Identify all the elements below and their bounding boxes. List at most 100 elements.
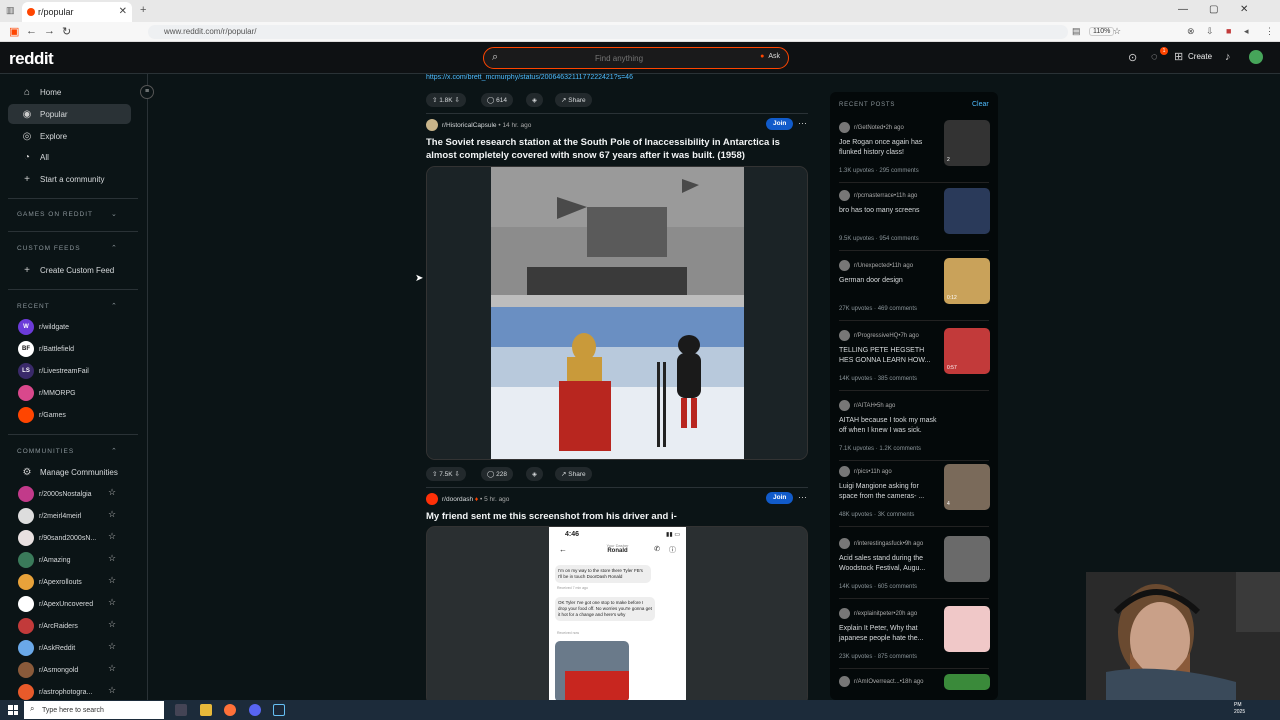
search-input[interactable] xyxy=(524,51,714,65)
recent-post-title[interactable]: TELLING PETE HEGSETH HES GONNA LEARN HOW… xyxy=(839,346,937,366)
chevron-up-icon[interactable]: ⌃ xyxy=(111,244,117,252)
favorite-star-icon[interactable]: ☆ xyxy=(108,575,116,586)
share-button[interactable]: ↗ Share xyxy=(555,467,592,481)
recent-post-title[interactable]: Joe Rogan once again has flunked history… xyxy=(839,138,937,158)
bookmark-star-icon[interactable]: ☆ xyxy=(1113,26,1121,37)
comments-button[interactable]: ◯ 614 xyxy=(481,93,513,107)
share-button[interactable]: ↗ Share xyxy=(555,93,592,107)
recent-post-title[interactable]: German door design xyxy=(839,276,937,286)
favorite-star-icon[interactable]: ☆ xyxy=(108,597,116,608)
favorite-star-icon[interactable]: ☆ xyxy=(108,531,116,542)
recent-post-subreddit[interactable]: r/pics xyxy=(854,469,868,475)
avatar[interactable] xyxy=(1249,50,1263,64)
maximize-icon[interactable]: ▢ xyxy=(1209,4,1218,15)
recent-post-title[interactable]: Explain It Peter, Why that japanese peop… xyxy=(839,624,937,644)
post-image[interactable]: 4:46 ▮▮ ▭ ← Your Dasher Ronald ✆ ⓘ I'm o… xyxy=(426,526,808,700)
sidebar-community-item[interactable]: r/Asmongold xyxy=(18,661,78,679)
post-title[interactable]: The Soviet research station at the South… xyxy=(426,136,808,162)
sidebar-recent-item[interactable]: BF r/Battlefield xyxy=(18,340,74,358)
sidebar-community-item[interactable]: r/astrophotogra... xyxy=(18,683,92,700)
steam-icon[interactable] xyxy=(273,704,285,716)
sidebar-community-item[interactable]: r/Amazing xyxy=(18,551,71,569)
discord-icon[interactable] xyxy=(249,704,261,716)
chevron-down-icon[interactable]: ⌄ xyxy=(111,210,117,218)
taskbar-search[interactable]: ⌕ Type here to search xyxy=(24,701,164,719)
download-icon[interactable]: ⇩ xyxy=(1206,26,1214,37)
favorite-star-icon[interactable]: ☆ xyxy=(108,487,116,498)
create-custom-feed[interactable]: + Create Custom Feed xyxy=(8,260,131,280)
chevron-up-icon[interactable]: ⌃ xyxy=(111,302,117,310)
task-view-icon[interactable] xyxy=(175,704,187,716)
recent-post-title[interactable]: Acid sales stand during the Woodstock Fe… xyxy=(839,554,937,574)
recent-post-subreddit[interactable]: r/interestingasfuck xyxy=(854,541,903,547)
recent-post-subreddit[interactable]: r/GetNoted xyxy=(854,125,883,131)
sidebar-community-item[interactable]: r/2000sNostalgia xyxy=(18,485,92,503)
games-section-header[interactable]: GAMES ON REDDIT xyxy=(17,211,93,218)
post-image[interactable] xyxy=(426,166,808,460)
post-link[interactable]: https://x.com/brett_mcmurphy/status/2006… xyxy=(426,74,633,81)
sidebar-community-item[interactable]: r/AskReddit xyxy=(18,639,75,657)
sidebar-item-explore[interactable]: ◎ Explore xyxy=(8,126,131,146)
back-icon[interactable]: ← xyxy=(26,25,37,37)
windows-start-icon[interactable] xyxy=(8,705,18,715)
favorite-star-icon[interactable]: ☆ xyxy=(108,641,116,652)
ask-button[interactable]: ● Ask xyxy=(760,53,780,60)
recent-header[interactable]: RECENT xyxy=(17,303,50,310)
sidebar-recent-item[interactable]: Wr/wildgate xyxy=(18,318,69,336)
sidebar-item-home[interactable]: ⌂ Home xyxy=(8,82,131,102)
custom-feeds-header[interactable]: CUSTOM FEEDS xyxy=(17,245,81,252)
more-options-icon[interactable]: ⋯ xyxy=(798,492,807,503)
favorite-star-icon[interactable]: ☆ xyxy=(108,663,116,674)
favorite-star-icon[interactable]: ☆ xyxy=(108,509,116,520)
subreddit-link[interactable]: r/HistoricalCapsule xyxy=(442,122,497,129)
taskbar-clock[interactable]: PM 2025 xyxy=(1234,702,1245,716)
reddit-logo[interactable]: reddit xyxy=(9,49,54,69)
sidebar-recent-item[interactable]: LS r/LivestreamFail xyxy=(18,362,89,380)
close-window-icon[interactable]: ✕ xyxy=(1240,4,1248,15)
sidebar-community-item[interactable]: r/Apexrollouts xyxy=(18,573,82,591)
recent-post-subreddit[interactable]: r/Unexpected xyxy=(854,263,890,269)
sidebar-item-start-community[interactable]: + Start a community xyxy=(8,169,131,189)
join-button[interactable]: Join xyxy=(766,492,794,504)
extension-red-icon[interactable]: ■ xyxy=(1226,26,1231,36)
more-options-icon[interactable]: ⋯ xyxy=(798,118,807,129)
zoom-level[interactable]: 110% xyxy=(1089,27,1115,36)
create-button[interactable]: Create xyxy=(1188,52,1212,61)
url-field[interactable]: www.reddit.com/r/popular/ xyxy=(148,25,1068,39)
recent-post-thumbnail[interactable]: 2 xyxy=(944,120,990,166)
close-tab-icon[interactable]: ✕ xyxy=(119,6,127,17)
favorite-star-icon[interactable]: ☆ xyxy=(108,619,116,630)
recent-post-subreddit[interactable]: r/AITAH xyxy=(854,403,875,409)
sidebar-community-item[interactable]: r/ApexUncovered xyxy=(18,595,93,613)
recent-post-title[interactable]: bro has too many screens xyxy=(839,206,937,216)
collapse-sidebar-button[interactable]: ≡ xyxy=(140,85,154,99)
minimize-icon[interactable]: — xyxy=(1178,4,1188,15)
sidebar-item-popular[interactable]: ◉ Popular xyxy=(8,104,131,124)
sidebar-community-item[interactable]: r/90sand2000sN... xyxy=(18,529,96,547)
favorite-star-icon[interactable]: ☆ xyxy=(108,553,116,564)
upvote-icon[interactable]: ⇧ xyxy=(432,470,437,478)
communities-header[interactable]: COMMUNITIES xyxy=(17,448,74,455)
notifications-bell-icon[interactable]: ♪ xyxy=(1225,51,1231,63)
forward-icon[interactable]: → xyxy=(44,25,55,37)
manage-communities[interactable]: ⚙ Manage Communities xyxy=(8,462,131,482)
sidebar-community-item[interactable]: r/2meirl4meirl xyxy=(18,507,81,525)
advertise-icon[interactable]: ⊙ xyxy=(1128,51,1137,64)
chat-icon[interactable]: ◌ xyxy=(1151,51,1158,63)
sidebar-community-item[interactable]: r/ArcRaiders xyxy=(18,617,78,635)
audio-icon[interactable]: ◂ xyxy=(1244,26,1249,37)
sidebar-item-all[interactable]: ◔ All xyxy=(8,147,131,167)
sidebar-recent-item[interactable]: r/MMORPG xyxy=(18,384,76,402)
menu-icon[interactable]: ⋮ xyxy=(1265,26,1274,37)
recent-post-thumbnail[interactable]: 0:57 xyxy=(944,328,990,374)
downvote-icon[interactable]: ⇩ xyxy=(454,470,459,478)
firefox-icon[interactable] xyxy=(224,704,236,716)
reader-view-icon[interactable]: ▤ xyxy=(1072,26,1081,37)
new-tab-icon[interactable]: + xyxy=(140,4,146,16)
downvote-icon[interactable]: ⇩ xyxy=(454,96,459,104)
award-button[interactable]: ◈ xyxy=(526,93,543,107)
award-button[interactable]: ◈ xyxy=(526,467,543,481)
recent-post-subreddit[interactable]: r/AmIOverreact... xyxy=(854,679,900,685)
file-explorer-icon[interactable] xyxy=(200,704,212,716)
browser-tab[interactable]: r/popular ✕ xyxy=(22,2,132,22)
